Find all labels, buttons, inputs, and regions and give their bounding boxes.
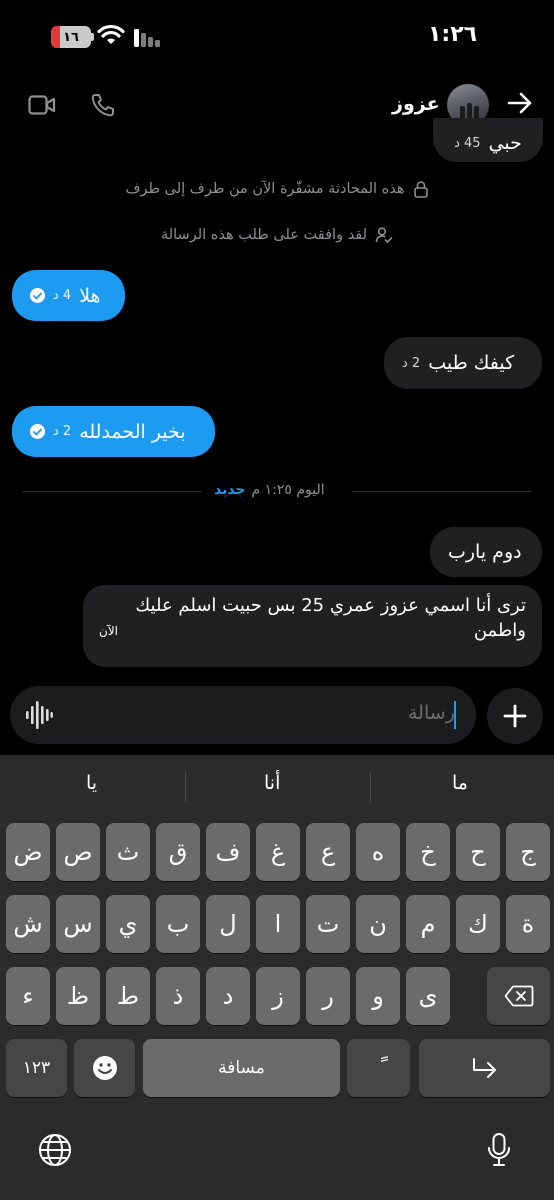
text-caret bbox=[454, 701, 456, 729]
battery-indicator: ١٦ bbox=[51, 26, 91, 48]
message-text: حبي bbox=[488, 132, 522, 154]
key[interactable]: ص bbox=[56, 823, 100, 881]
attach-plus-button[interactable] bbox=[487, 688, 543, 744]
message-time: 45 د bbox=[454, 135, 481, 151]
key[interactable]: ج bbox=[506, 823, 550, 881]
message-bubble-incoming[interactable]: ترى أنا اسمي عزوز عمري 25 بس حبيت اسلم ع… bbox=[83, 585, 542, 667]
message-time: 2 د bbox=[402, 355, 421, 371]
key[interactable]: ر bbox=[306, 967, 350, 1025]
return-arrow-icon bbox=[472, 1058, 496, 1078]
message-bubble-outgoing[interactable]: 2 د بخير الحمدلله bbox=[12, 406, 215, 457]
new-messages-divider-line bbox=[352, 491, 532, 492]
space-key[interactable]: مسافة bbox=[143, 1039, 340, 1097]
key[interactable]: ظ bbox=[56, 967, 100, 1025]
message-time: 4 د bbox=[53, 288, 72, 303]
request-accepted-text: لقد وافقت على طلب هذه الرسالة bbox=[160, 227, 368, 243]
contact-name[interactable]: عزوز bbox=[392, 93, 440, 115]
emoji-icon bbox=[92, 1056, 117, 1080]
key[interactable]: ن bbox=[356, 895, 400, 953]
key[interactable]: غ bbox=[256, 823, 300, 881]
key[interactable]: ى bbox=[406, 967, 450, 1025]
backspace-key[interactable] bbox=[487, 967, 550, 1025]
key[interactable]: ء bbox=[6, 967, 50, 1025]
return-key[interactable] bbox=[419, 1039, 550, 1097]
message-time: الآن bbox=[99, 623, 118, 638]
new-messages-divider: اليوم ١:٢٥ م جديد bbox=[214, 482, 325, 498]
key[interactable]: ي bbox=[106, 895, 150, 953]
key[interactable]: ا bbox=[256, 895, 300, 953]
lock-icon bbox=[413, 181, 428, 198]
back-arrow-icon[interactable] bbox=[506, 89, 534, 117]
key[interactable]: د bbox=[206, 967, 250, 1025]
voice-message-icon[interactable] bbox=[25, 700, 53, 730]
key[interactable]: ل bbox=[206, 895, 250, 953]
key[interactable]: ف bbox=[206, 823, 250, 881]
key[interactable]: ك bbox=[456, 895, 500, 953]
emoji-key[interactable] bbox=[74, 1039, 135, 1097]
numbers-key[interactable]: ١٢٣ bbox=[6, 1039, 67, 1097]
message-bubble-incoming[interactable]: دوم يارب bbox=[430, 527, 542, 577]
suggestion[interactable]: يا bbox=[86, 772, 97, 794]
message-text: واطمن bbox=[473, 620, 526, 641]
diacritic-key[interactable]: ً bbox=[347, 1039, 410, 1097]
suggestion-separator bbox=[370, 772, 371, 802]
cellular-signal-icon bbox=[134, 29, 160, 47]
encryption-notice: هذه المحادثة مشفّرة الآن من طرف إلى طرف bbox=[0, 180, 554, 198]
key[interactable]: س bbox=[56, 895, 100, 953]
message-text: ترى أنا اسمي عزوز عمري 25 بس حبيت اسلم ع… bbox=[135, 595, 526, 616]
suggestion[interactable]: أنا bbox=[264, 772, 280, 794]
key[interactable]: ة bbox=[506, 895, 550, 953]
key[interactable]: م bbox=[406, 895, 450, 953]
new-messages-divider-line bbox=[22, 491, 202, 492]
battery-tip bbox=[91, 33, 94, 41]
battery-percent: ١٦ bbox=[63, 29, 79, 45]
message-bubble-outgoing[interactable]: 4 د هلا bbox=[12, 270, 125, 321]
battery-level bbox=[51, 26, 60, 48]
message-time: 2 د bbox=[53, 424, 72, 439]
key[interactable]: خ bbox=[406, 823, 450, 881]
suggestion[interactable]: ما bbox=[452, 772, 468, 794]
key[interactable]: ه bbox=[356, 823, 400, 881]
message-text: هلا bbox=[79, 284, 101, 307]
key[interactable]: ق bbox=[156, 823, 200, 881]
key[interactable]: و bbox=[356, 967, 400, 1025]
suggestion-separator bbox=[185, 772, 186, 802]
key[interactable]: ث bbox=[106, 823, 150, 881]
message-bubble-incoming[interactable]: 2 د كيفك طيب bbox=[384, 337, 542, 389]
phone-call-icon[interactable] bbox=[90, 92, 116, 118]
message-text: كيفك طيب bbox=[428, 352, 515, 374]
message-text: بخير الحمدلله bbox=[79, 420, 186, 443]
message-input[interactable] bbox=[10, 686, 476, 744]
key[interactable]: ب bbox=[156, 895, 200, 953]
key[interactable]: ز bbox=[256, 967, 300, 1025]
globe-icon[interactable] bbox=[37, 1132, 73, 1168]
new-label: جديد bbox=[214, 482, 246, 498]
message-bubble-incoming[interactable]: 45 د حبي bbox=[433, 118, 543, 162]
read-check-icon bbox=[30, 288, 45, 303]
request-accepted-notice: لقد وافقت على طلب هذه الرسالة bbox=[0, 226, 554, 244]
key[interactable]: ت bbox=[306, 895, 350, 953]
message-text: دوم يارب bbox=[448, 541, 522, 563]
video-call-icon[interactable] bbox=[28, 94, 56, 116]
key[interactable]: ح bbox=[456, 823, 500, 881]
divider-date: اليوم ١:٢٥ م bbox=[251, 482, 325, 498]
user-check-icon bbox=[375, 227, 393, 244]
message-input-placeholder: رسالة bbox=[408, 702, 455, 724]
key[interactable]: ذ bbox=[156, 967, 200, 1025]
wifi-icon bbox=[97, 24, 125, 44]
plus-icon bbox=[503, 704, 527, 728]
read-check-icon bbox=[30, 424, 45, 439]
encryption-text: هذه المحادثة مشفّرة الآن من طرف إلى طرف bbox=[125, 181, 405, 197]
key[interactable]: ض bbox=[6, 823, 50, 881]
key[interactable]: ع bbox=[306, 823, 350, 881]
key[interactable]: ط bbox=[106, 967, 150, 1025]
microphone-icon[interactable] bbox=[486, 1132, 512, 1168]
key[interactable]: ش bbox=[6, 895, 50, 953]
backspace-icon bbox=[504, 985, 533, 1007]
status-time: ١:٢٦ bbox=[428, 22, 478, 47]
